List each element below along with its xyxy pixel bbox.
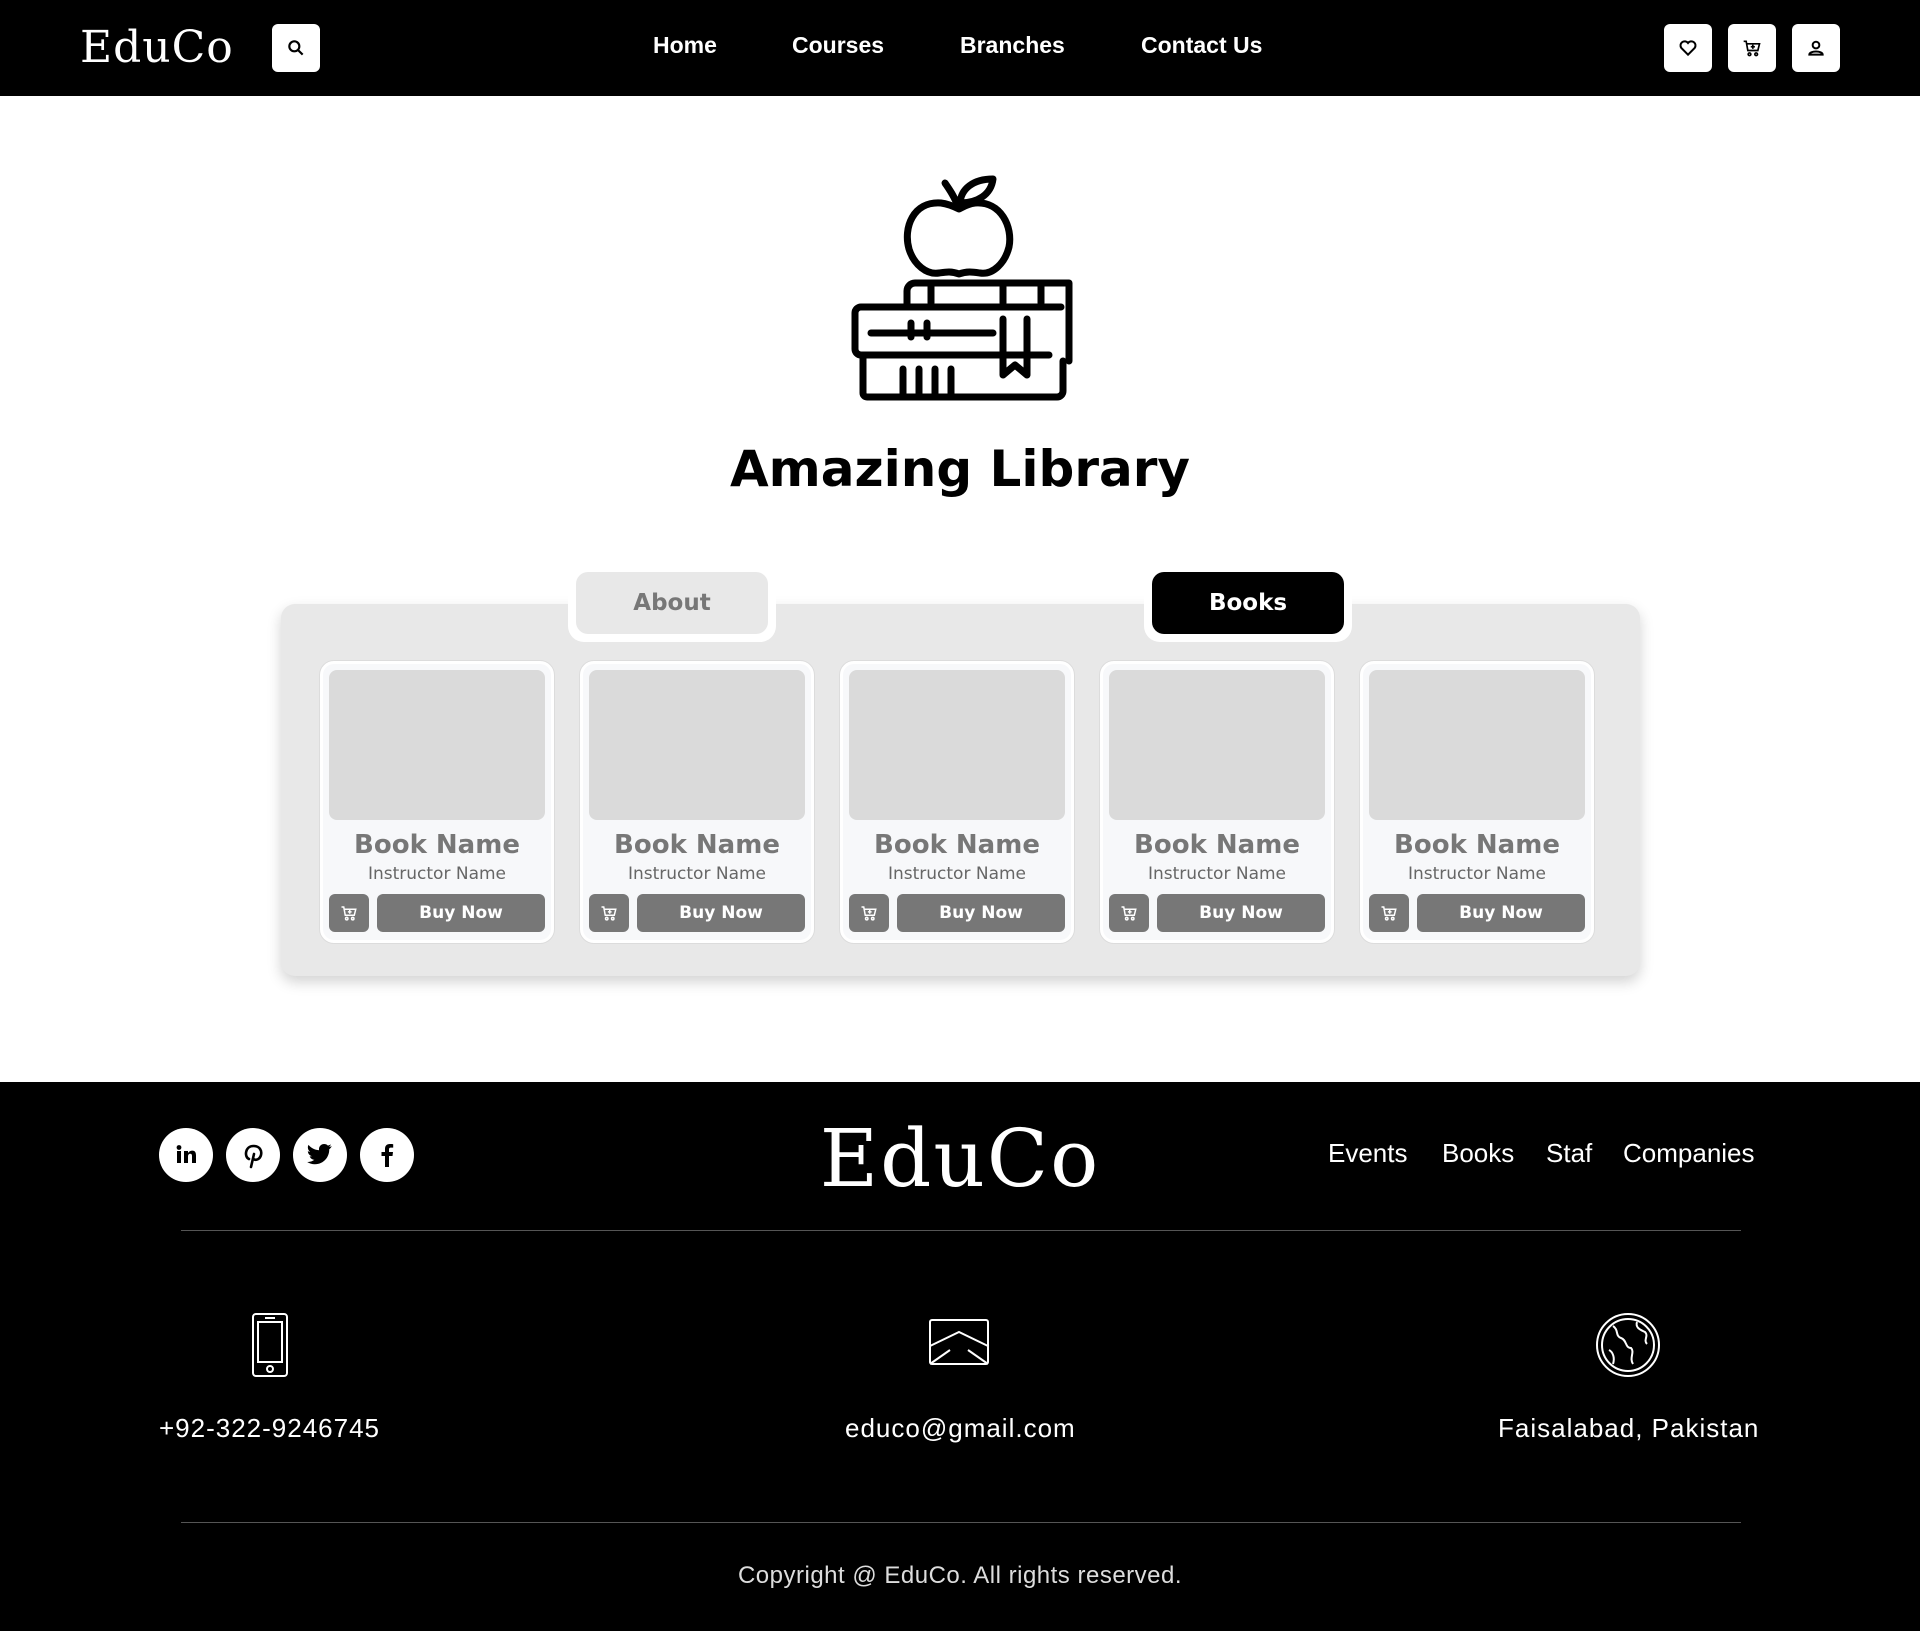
book-instructor: Instructor Name [627,864,767,884]
book-instructor: Instructor Name [1407,864,1547,884]
search-button[interactable] [272,24,320,72]
book-card: Book Name Instructor Name Buy Now [1360,661,1594,943]
book-image-placeholder [1109,670,1325,820]
cart-icon [1743,40,1761,57]
copyright-text: Copyright @ EduCo. All rights reserved. [737,1562,1183,1589]
contact-location: Faisalabad, Pakistan [1498,1413,1760,1443]
book-card: Book Name Instructor Name Buy Now [840,661,1074,943]
mail-icon [929,1319,989,1365]
user-icon [1808,40,1824,56]
book-image-placeholder [849,670,1065,820]
book-title: Book Name [354,830,520,860]
page-title: Amazing Library [729,440,1190,498]
book-title: Book Name [1394,830,1560,860]
cart-icon [861,906,877,921]
book-instructor: Instructor Name [367,864,507,884]
wishlist-button[interactable] [1664,24,1712,72]
books-apple-icon [851,175,1073,401]
buy-now-button[interactable]: Buy Now [1417,894,1585,932]
add-to-cart-button[interactable] [329,894,369,932]
buy-now-button[interactable]: Buy Now [897,894,1065,932]
account-button[interactable] [1792,24,1840,72]
book-card: Book Name Instructor Name Buy Now [580,661,814,943]
nav-courses[interactable]: Courses [792,32,884,59]
book-card: Book Name Instructor Name Buy Now [1100,661,1334,943]
phone-icon [252,1313,288,1377]
book-image-placeholder [589,670,805,820]
book-image-placeholder [1369,670,1585,820]
cart-icon [1121,906,1137,921]
site-logo[interactable]: EduCo [80,22,234,73]
nav-home[interactable]: Home [653,32,717,59]
cart-icon [1381,906,1397,921]
book-card: Book Name Instructor Name Buy Now [320,661,554,943]
add-to-cart-button[interactable] [589,894,629,932]
nav-branches[interactable]: Branches [960,32,1065,59]
search-icon [288,40,304,56]
cart-button[interactable] [1728,24,1776,72]
footer-link-companies[interactable]: Companies [1623,1138,1755,1169]
tab-books[interactable]: Books [1152,572,1344,634]
nav-contact-us[interactable]: Contact Us [1141,32,1262,59]
cart-icon [601,906,617,921]
book-title: Book Name [874,830,1040,860]
add-to-cart-button[interactable] [849,894,889,932]
footer-divider [181,1230,1741,1231]
book-instructor: Instructor Name [887,864,1027,884]
buy-now-button[interactable]: Buy Now [637,894,805,932]
contact-phone[interactable]: +92-322-9246745 [159,1413,380,1444]
tab-about[interactable]: About [576,572,768,634]
contact-email[interactable]: educo@gmail.com [845,1413,1076,1444]
add-to-cart-button[interactable] [1109,894,1149,932]
book-title: Book Name [1134,830,1300,860]
book-image-placeholder [329,670,545,820]
buy-now-button[interactable]: Buy Now [1157,894,1325,932]
buy-now-button[interactable]: Buy Now [377,894,545,932]
globe-icon [1596,1313,1660,1377]
add-to-cart-button[interactable] [1369,894,1409,932]
footer-divider [181,1522,1741,1523]
footer-link-books[interactable]: Books [1442,1138,1514,1169]
book-title: Book Name [614,830,780,860]
cart-icon [341,906,357,921]
footer-link-staf[interactable]: Staf [1546,1138,1592,1169]
heart-icon [1679,40,1697,57]
top-navbar: EduCo Home Courses Branches Contact Us [0,0,1920,96]
footer-link-events[interactable]: Events [1328,1138,1408,1169]
book-instructor: Instructor Name [1147,864,1287,884]
